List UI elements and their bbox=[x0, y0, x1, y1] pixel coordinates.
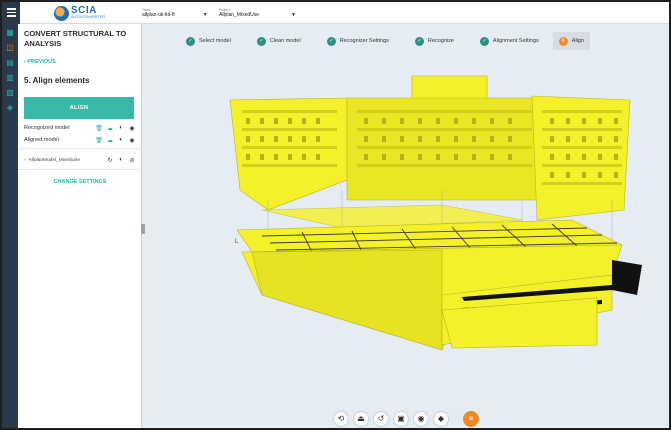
check-icon: ✓ bbox=[479, 36, 489, 46]
contrast-icon[interactable]: ◐ bbox=[117, 136, 125, 144]
step-label: Select model bbox=[199, 38, 231, 44]
eye-icon[interactable]: ◉ bbox=[128, 124, 136, 132]
contrast-icon[interactable]: ◐ bbox=[117, 124, 125, 132]
aligned-model-row: Aligned model 🗑 ☁ ◐ ◉ bbox=[24, 135, 136, 145]
panel-title: CONVERT STRUCTURAL TO ANALYSIS bbox=[24, 29, 127, 48]
step-number: 6 bbox=[558, 36, 568, 46]
model-icon[interactable]: ▦ bbox=[5, 28, 15, 38]
sections-icon[interactable]: ⏏ bbox=[353, 411, 369, 427]
divider bbox=[18, 148, 142, 149]
app-window: SCIA AUTOCONVERTER Team allplan-uk-ltd-f… bbox=[2, 2, 669, 428]
step-alignment-settings[interactable]: ✓ Alignment Settings bbox=[474, 33, 545, 49]
align-button[interactable]: ALIGN bbox=[24, 97, 134, 119]
3d-viewport[interactable]: L bbox=[142, 60, 669, 428]
step-clean-model[interactable]: ✓ Clean model bbox=[251, 33, 307, 49]
structure-icon[interactable]: ◫ bbox=[5, 43, 15, 53]
history-icon[interactable]: ↻ bbox=[106, 156, 114, 164]
upload-cloud-icon[interactable]: ☁ bbox=[106, 124, 114, 132]
step-label: Recognizer Settings bbox=[339, 38, 389, 44]
source-file-name: AllplanModel_MixedUse bbox=[28, 157, 81, 163]
check-icon: ✓ bbox=[414, 36, 424, 46]
step-heading: 5. Align elements bbox=[24, 76, 90, 85]
analysis-icon[interactable]: ▤ bbox=[5, 58, 15, 68]
step-align[interactable]: 6 Align bbox=[552, 32, 591, 50]
building-model: L bbox=[229, 75, 642, 351]
check-icon: ✓ bbox=[256, 36, 266, 46]
report-icon[interactable]: ▧ bbox=[5, 88, 15, 98]
team-value: allplan-uk-ltd-ft bbox=[142, 12, 175, 18]
logo-mark-icon bbox=[54, 5, 69, 21]
step-label: Recognize bbox=[427, 38, 454, 44]
upload-cloud-icon[interactable]: ☁ bbox=[106, 136, 114, 144]
viewer-toolbar: ⟲ ⏏ ↺ ▣ ◉ ◆ ≡ bbox=[333, 409, 479, 428]
delete-icon[interactable]: 🗑 bbox=[95, 124, 103, 132]
step-select-model[interactable]: ✓ Select model bbox=[180, 33, 237, 49]
source-file-row: › AllplanModel_MixedUse ↻ ◐ ⊘ bbox=[24, 155, 136, 165]
previous-label: PREVIOUS bbox=[27, 59, 56, 65]
scia-logo: SCIA AUTOCONVERTER bbox=[54, 3, 106, 23]
left-panel: CONVERT STRUCTURAL TO ANALYSIS ‹ PREVIOU… bbox=[18, 24, 142, 428]
filter-icon[interactable]: ≡ bbox=[463, 411, 479, 427]
reset-view-icon[interactable]: ↺ bbox=[373, 411, 389, 427]
brand-sub: AUTOCONVERTER bbox=[71, 15, 106, 20]
results-icon[interactable]: ▥ bbox=[5, 73, 15, 83]
eye-off-icon[interactable]: ⊘ bbox=[128, 156, 136, 164]
icon-rail: ▦ ◫ ▤ ▥ ▧ ◈ bbox=[2, 24, 18, 428]
top-bar: SCIA AUTOCONVERTER Team allplan-uk-ltd-f… bbox=[2, 2, 669, 24]
project-selector[interactable]: Project Allplan_MixedUse ▼ bbox=[219, 4, 296, 22]
step-label: Align bbox=[571, 38, 585, 44]
chevron-right-icon[interactable]: › bbox=[24, 158, 26, 163]
project-value: Allplan_MixedUse bbox=[219, 12, 260, 18]
settings-cube-icon[interactable]: ◈ bbox=[5, 103, 15, 113]
divider bbox=[18, 169, 142, 170]
delete-icon[interactable]: 🗑 bbox=[95, 136, 103, 144]
check-icon: ✓ bbox=[326, 36, 336, 46]
svg-text:L: L bbox=[235, 239, 239, 245]
screenshot-icon[interactable]: ▣ bbox=[393, 411, 409, 427]
aligned-model-label: Aligned model bbox=[24, 137, 59, 143]
visibility-icon[interactable]: ◉ bbox=[413, 411, 429, 427]
project-caret-icon: ▼ bbox=[291, 12, 296, 18]
step-label: Clean model bbox=[269, 38, 301, 44]
change-settings-link[interactable]: CHANGE SETTINGS bbox=[18, 179, 142, 185]
layers-icon[interactable]: ◆ bbox=[433, 411, 449, 427]
previous-link[interactable]: ‹ PREVIOUS bbox=[24, 59, 56, 65]
menu-icon[interactable] bbox=[2, 2, 20, 24]
recognized-model-label: Recognized model bbox=[24, 125, 70, 131]
step-recognize[interactable]: ✓ Recognize bbox=[409, 33, 460, 49]
step-recognizer-settings[interactable]: ✓ Recognizer Settings bbox=[321, 33, 395, 49]
check-icon: ✓ bbox=[186, 36, 195, 46]
eye-icon[interactable]: ◉ bbox=[128, 136, 136, 144]
navigation-icon[interactable]: ⟲ bbox=[333, 411, 349, 427]
team-caret-icon: ▼ bbox=[202, 12, 208, 18]
recognized-model-row: Recognized model 🗑 ☁ ◐ ◉ bbox=[24, 123, 136, 133]
step-label: Alignment Settings bbox=[492, 38, 539, 44]
workflow-steps: ✓ Select model ✓ Clean model ✓ Recognize… bbox=[142, 24, 669, 60]
contrast-icon[interactable]: ◐ bbox=[117, 156, 125, 164]
team-selector[interactable]: Team allplan-uk-ltd-ft ▼ bbox=[142, 4, 208, 22]
